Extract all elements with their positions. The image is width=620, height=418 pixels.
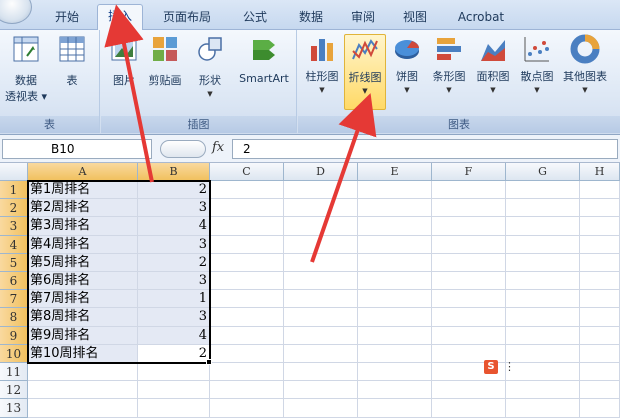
annotation-arrows <box>104 4 377 263</box>
arrow-to-line-chart <box>310 93 377 263</box>
arrow-to-insert-tab <box>104 4 154 183</box>
